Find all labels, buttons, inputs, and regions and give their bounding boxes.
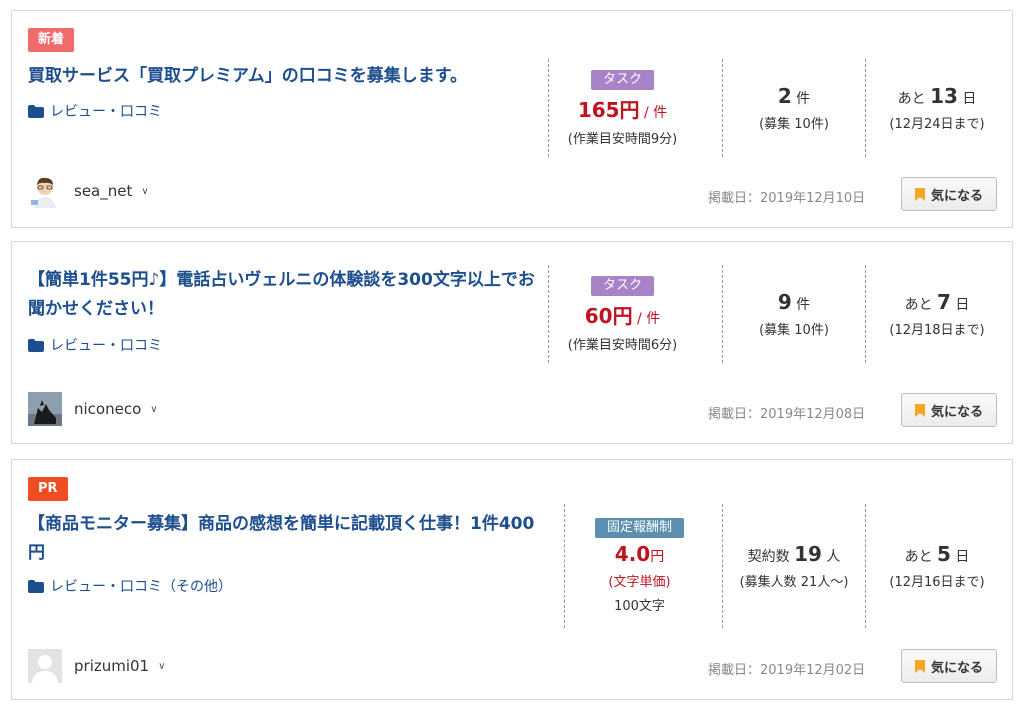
price-unit: / 件 (632, 310, 661, 327)
count-value: 19 (794, 542, 822, 566)
count-unit: 件 (791, 297, 811, 313)
bookmark-icon (914, 187, 925, 201)
user-menu[interactable]: prizumi01 ∨ (28, 649, 165, 683)
price: 165円 / 件 (578, 94, 667, 123)
chevron-down-icon: ∨ (150, 403, 158, 415)
days-suffix: 日 (950, 549, 970, 565)
job-listing-card: 【簡単1件55円♪】電話占いヴェルニの体験談を300文字以上でお聞かせください！… (11, 241, 1013, 444)
job-title-link[interactable]: 【商品モニター募集】商品の感想を簡単に記載頂く仕事！1件400円 (28, 510, 538, 568)
folder-icon (28, 104, 44, 118)
type-badge: タスク (590, 275, 654, 296)
price-column: タスク 165円 / 件 (作業目安時間9分) (548, 59, 696, 157)
count-note: (募集 10件) (759, 323, 829, 338)
category-link[interactable]: レビュー・口コミ（その他） (28, 576, 232, 596)
job-listing-card: 新着 買取サービス「買取プレミアム」の口コミを募集します。 レビュー・口コミ タ… (11, 10, 1013, 228)
category-label: レビュー・口コミ (50, 104, 162, 120)
new-badge: 新着 (28, 28, 75, 52)
price-note: (文字単価) (608, 575, 671, 590)
category-link[interactable]: レビュー・口コミ (28, 335, 162, 355)
days-value: 5 (937, 542, 951, 566)
price-column: タスク 60円 / 件 (作業目安時間6分) (548, 265, 696, 363)
username: sea_net (74, 182, 133, 200)
price-value: 165円 (577, 97, 640, 122)
username: prizumi01 (74, 657, 150, 675)
type-badge: タスク (590, 69, 654, 90)
days-suffix: 日 (950, 297, 970, 313)
days-prefix: あと (897, 91, 931, 107)
price-note: (作業目安時間9分) (567, 131, 678, 147)
folder-icon (28, 579, 44, 593)
count-column: 契約数 19 人 (募集人数 21人〜) (722, 504, 865, 628)
avatar (28, 174, 62, 208)
days-prefix: あと (904, 549, 938, 565)
type-badge: 固定報酬制 (594, 518, 684, 538)
count: 契約数 19 人 (748, 542, 841, 566)
chevron-down-icon: ∨ (141, 185, 149, 197)
job-title-link[interactable]: 買取サービス「買取プレミアム」の口コミを募集します。 (28, 62, 538, 91)
days-value: 13 (930, 84, 958, 108)
price-value: 4.0 (614, 542, 651, 566)
count-unit: 人 (821, 549, 841, 565)
deadline-date: (12月24日まで) (889, 117, 985, 132)
count-unit: 件 (791, 91, 811, 107)
count-value: 2 (777, 84, 792, 108)
username: niconeco (74, 400, 142, 418)
days-left: あと 5 日 (905, 542, 970, 566)
bookmark-button[interactable]: 気になる (901, 177, 997, 211)
price: 60円 / 件 (585, 300, 660, 329)
price: 4.0円 (615, 542, 664, 566)
count-note: (募集 10件) (759, 117, 829, 132)
job-title-link[interactable]: 【簡単1件55円♪】電話占いヴェルニの体験談を300文字以上でお聞かせください！ (28, 266, 538, 324)
avatar (28, 392, 62, 426)
count-value: 9 (777, 290, 792, 314)
chevron-down-icon: ∨ (158, 660, 166, 672)
bookmark-label: 気になる (930, 660, 983, 676)
job-listing-card: PR 【商品モニター募集】商品の感想を簡単に記載頂く仕事！1件400円 レビュー… (11, 459, 1013, 700)
bookmark-button[interactable]: 気になる (901, 393, 997, 427)
category-link[interactable]: レビュー・口コミ (28, 101, 162, 121)
count-prefix: 契約数 (747, 549, 795, 565)
bookmark-label: 気になる (930, 188, 983, 204)
count: 9 件 (778, 290, 810, 314)
days-suffix: 日 (957, 91, 977, 107)
days-value: 7 (937, 290, 951, 314)
price-unit: 円 (650, 549, 665, 565)
days-left: あと 7 日 (905, 290, 970, 314)
count-note: (募集人数 21人〜) (739, 575, 849, 590)
user-menu[interactable]: niconeco ∨ (28, 392, 158, 426)
bookmark-button[interactable]: 気になる (901, 649, 997, 683)
posted-date: 掲載日：2019年12月02日 (708, 663, 866, 678)
count: 2 件 (778, 84, 810, 108)
price-note-2: 100文字 (614, 599, 665, 614)
count-column: 9 件 (募集 10件) (722, 265, 865, 363)
days-prefix: あと (904, 297, 938, 313)
folder-icon (28, 338, 44, 352)
days-left: あと 13 日 (898, 84, 977, 108)
category-label: レビュー・口コミ（その他） (50, 579, 232, 595)
deadline-column: あと 13 日 (12月24日まで) (865, 59, 1008, 157)
deadline-date: (12月18日まで) (889, 323, 985, 338)
category-label: レビュー・口コミ (50, 338, 162, 354)
bookmark-icon (914, 659, 925, 673)
avatar (28, 649, 62, 683)
count-column: 2 件 (募集 10件) (722, 59, 865, 157)
price-column: 固定報酬制 4.0円 (文字単価) 100文字 (564, 504, 714, 628)
price-unit: / 件 (639, 104, 668, 121)
deadline-column: あと 7 日 (12月18日まで) (865, 265, 1008, 363)
pr-badge: PR (28, 477, 68, 501)
deadline-column: あと 5 日 (12月16日まで) (865, 504, 1008, 628)
posted-date: 掲載日：2019年12月08日 (708, 407, 866, 422)
price-value: 60円 (584, 303, 633, 328)
posted-date: 掲載日：2019年12月10日 (708, 191, 866, 206)
bookmark-icon (914, 403, 925, 417)
bookmark-label: 気になる (930, 404, 983, 420)
deadline-date: (12月16日まで) (889, 575, 985, 590)
user-menu[interactable]: sea_net ∨ (28, 174, 149, 208)
price-note: (作業目安時間6分) (567, 337, 678, 353)
